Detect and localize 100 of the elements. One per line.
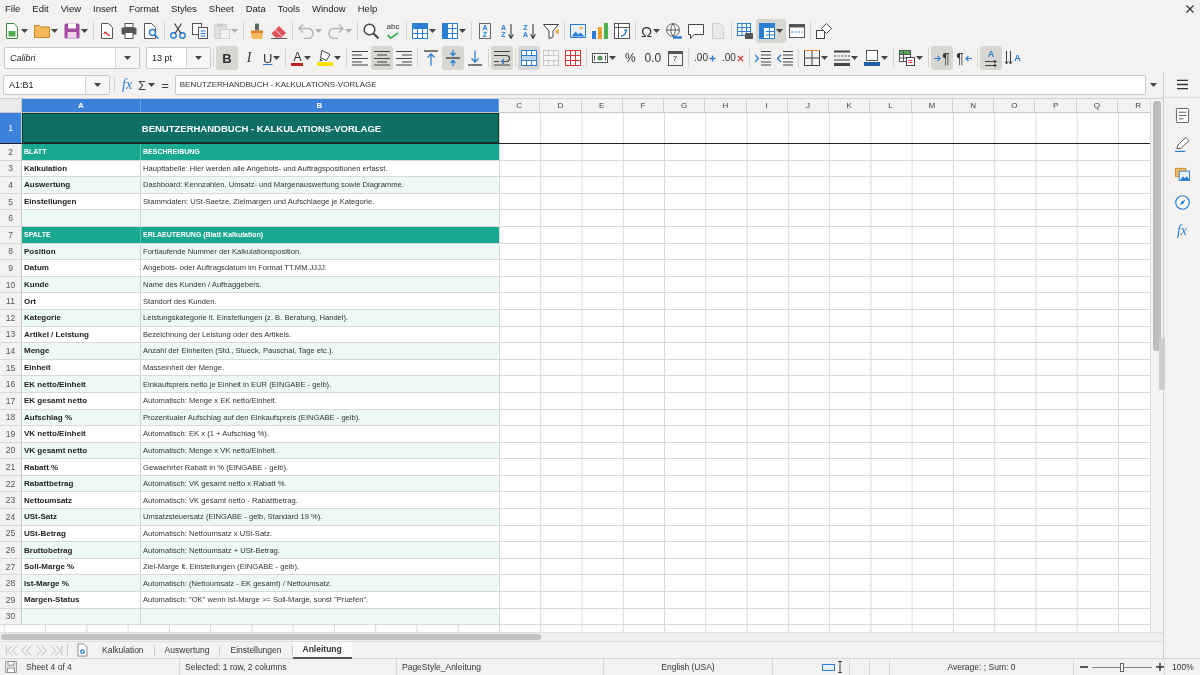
spelling-button[interactable]: abc <box>382 19 404 43</box>
bold-button[interactable]: B <box>216 46 238 70</box>
date-format-button[interactable]: 7 <box>664 46 687 70</box>
arrow-down-icon <box>529 23 536 39</box>
percent-format-button[interactable]: % <box>619 46 642 70</box>
name-box-field[interactable]: A1:B1 <box>3 75 110 95</box>
x-mark-icon <box>736 54 744 62</box>
sidebar-handle[interactable] <box>1159 338 1165 390</box>
underline-button[interactable]: U <box>260 46 284 70</box>
row-header[interactable]: 23 <box>0 492 22 509</box>
sum-average-text: Average: ; Sum: 0 <box>947 662 1016 672</box>
row-header[interactable]: 9 <box>0 260 22 276</box>
formula-button[interactable]: = <box>158 75 172 95</box>
arrows-right-icon <box>984 59 997 67</box>
row-header[interactable]: 28 <box>0 575 22 592</box>
row-header[interactable]: 29 <box>0 592 22 608</box>
dropdown-button[interactable] <box>115 48 139 68</box>
row-header[interactable]: 16 <box>0 376 22 392</box>
formula-input-field[interactable]: BENUTZERHANDBUCH - KALKULATIONS-VORLAGE <box>174 75 1146 95</box>
document-magnifier-icon <box>143 23 159 39</box>
vertical-scrollbar[interactable] <box>1150 99 1163 632</box>
highlighter-icon <box>317 50 334 66</box>
functions-button[interactable]: fx <box>1170 219 1194 243</box>
row-header[interactable]: 21 <box>0 459 22 475</box>
menu-item[interactable]: Window <box>305 0 352 18</box>
table-header-icon <box>759 23 776 39</box>
menu-item[interactable]: Format <box>122 0 165 18</box>
zoom-slider-thumb[interactable] <box>1120 662 1124 672</box>
column-header[interactable]: B <box>141 99 499 112</box>
document-squiggle-icon <box>99 23 115 39</box>
align-middle-button[interactable] <box>442 46 465 70</box>
align-top-icon <box>423 50 440 66</box>
row-header[interactable]: 24 <box>0 509 22 525</box>
table-cell: Kalkulation <box>22 160 141 177</box>
font-color-button[interactable]: A <box>288 46 315 70</box>
horizontal-scrollbar[interactable] <box>0 632 1163 641</box>
menu-item[interactable]: Sheet <box>202 0 240 18</box>
spreadsheet-grid[interactable] <box>0 99 1150 632</box>
align-center-button[interactable] <box>371 46 394 70</box>
menu-item[interactable]: Edit <box>26 0 55 18</box>
row-header[interactable]: 11 <box>0 293 22 309</box>
globe-icon <box>666 23 683 39</box>
language-text: English (USA) <box>661 662 715 672</box>
row-header[interactable]: 1 <box>0 113 22 143</box>
sheet-tab[interactable]: Auswertung <box>154 641 220 659</box>
zoom-in-button[interactable] <box>1155 661 1164 673</box>
function-wizard-button[interactable]: fx <box>119 75 136 95</box>
undo-icon <box>298 23 314 39</box>
folder-icon <box>34 23 50 39</box>
row-header[interactable]: 6 <box>0 210 22 226</box>
caret-icon <box>459 29 466 33</box>
menu-item[interactable]: Insert <box>87 0 123 18</box>
sheet-tab[interactable]: Einstellungen <box>220 641 292 659</box>
row-header[interactable]: 2 <box>0 144 22 160</box>
text-top-to-bottom-button[interactable]: A <box>1001 46 1024 70</box>
special-character-button[interactable]: Ω <box>638 19 664 43</box>
row-header[interactable]: 14 <box>0 343 22 359</box>
left-to-right-button[interactable]: ¶ <box>930 46 953 70</box>
caret-icon <box>653 29 661 33</box>
sum-button[interactable]: Σ <box>135 75 159 95</box>
right-to-left-button[interactable]: ¶ <box>952 46 975 70</box>
square-grid-icon <box>803 50 820 66</box>
zoom-percent-text: 100% <box>1172 662 1194 672</box>
row-header[interactable]: 19 <box>0 426 22 442</box>
table-grid-icon <box>442 23 458 39</box>
menu-item[interactable]: Styles <box>164 0 203 18</box>
menu-item[interactable]: Tools <box>271 0 306 18</box>
row-header[interactable]: 26 <box>0 542 22 558</box>
scrollbar-thumb[interactable] <box>1153 101 1161 351</box>
number-format-button[interactable]: 0.0 <box>641 46 665 70</box>
scrollbar-thumb[interactable] <box>1 634 541 640</box>
table-cell: Auswertung <box>22 177 141 193</box>
font-name-field[interactable]: Calibri <box>4 47 140 69</box>
sheet-tab[interactable]: Anleitung <box>292 641 352 659</box>
font-size-field[interactable]: 13 pt <box>146 47 211 69</box>
merge-center-button[interactable] <box>518 46 541 70</box>
sheet-tab[interactable]: Kalkulation <box>92 641 154 659</box>
table-arrow-icon <box>614 23 630 39</box>
column-header[interactable]: A <box>22 99 141 112</box>
merged-grid-icon <box>543 50 560 66</box>
freeze-button[interactable] <box>756 19 787 43</box>
speech-bubble-icon <box>688 23 705 39</box>
italic-button[interactable]: I <box>238 46 260 70</box>
close-document-button[interactable] <box>1186 5 1194 13</box>
menu-item[interactable]: Data <box>239 0 272 18</box>
eraser-icon <box>271 23 287 39</box>
double-chevron-left-icon <box>20 643 33 657</box>
wrap-text-button[interactable] <box>491 46 514 70</box>
menu-item[interactable]: File <box>0 0 27 18</box>
table-cell: Datum <box>22 260 141 276</box>
selection-info-text: Selected: 1 row, 2 columns <box>185 662 287 672</box>
menu-item[interactable]: Help <box>351 0 384 18</box>
menu-item[interactable]: View <box>54 0 88 18</box>
caret-icon <box>124 56 131 60</box>
dropdown-button[interactable] <box>186 48 210 68</box>
caret-icon <box>304 56 312 60</box>
row-header[interactable]: 4 <box>0 177 22 193</box>
delete-decimal-button[interactable]: .00 <box>719 46 747 70</box>
add-decimal-button[interactable]: .00 <box>691 46 719 70</box>
dropdown-button[interactable] <box>85 76 109 94</box>
